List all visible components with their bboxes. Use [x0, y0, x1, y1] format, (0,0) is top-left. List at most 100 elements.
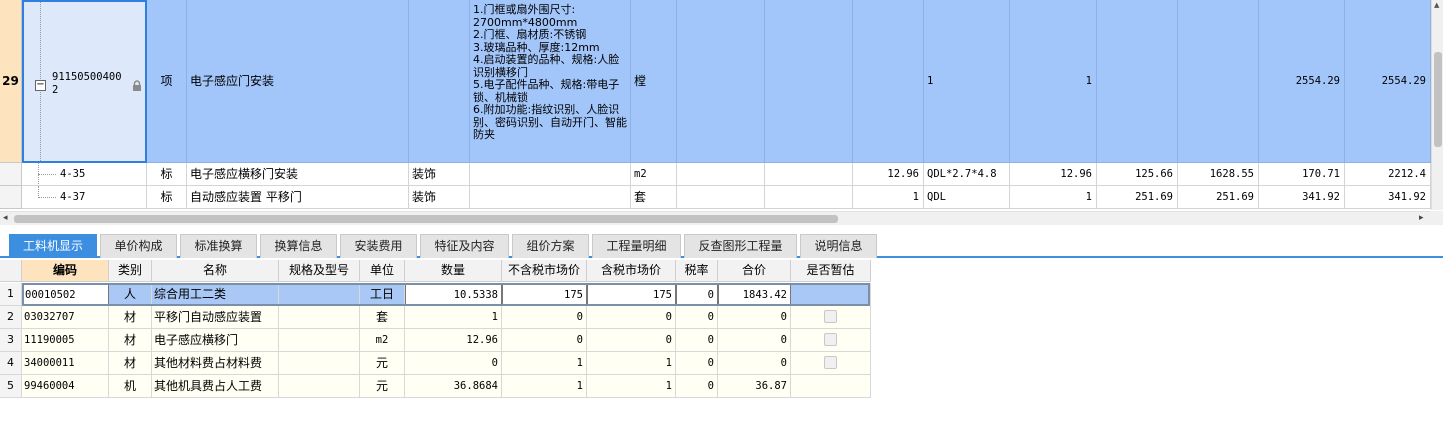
- code-cell[interactable]: 4-35: [22, 163, 147, 186]
- arrow-right-icon[interactable]: ▸: [1419, 213, 1424, 223]
- price-incl-tax-cell[interactable]: 175: [587, 283, 676, 306]
- code-cell[interactable]: 03032707: [22, 306, 109, 329]
- quantity-cell[interactable]: 1: [405, 306, 502, 329]
- quantity-cell[interactable]: 36.8684: [405, 375, 502, 398]
- column-header-price-incl-tax[interactable]: 含税市场价: [587, 260, 676, 282]
- price-incl-tax-cell[interactable]: 1: [587, 375, 676, 398]
- category-cell[interactable]: 人: [109, 283, 152, 306]
- total-cell[interactable]: 1843.42: [718, 283, 791, 306]
- price-incl-tax-cell[interactable]: 0: [587, 306, 676, 329]
- total-cell[interactable]: 0: [718, 352, 791, 375]
- column-header-tax-rate[interactable]: 税率: [676, 260, 718, 282]
- code-cell[interactable]: 4-37: [22, 186, 147, 209]
- column-header-total[interactable]: 合价: [718, 260, 791, 282]
- profession-cell[interactable]: 装饰: [409, 163, 470, 186]
- provisional-checkbox[interactable]: [824, 356, 837, 369]
- scroll-thumb[interactable]: [1434, 52, 1442, 147]
- column-header-price-excl-tax[interactable]: 不含税市场价: [502, 260, 587, 282]
- arrow-up-icon[interactable]: ▲: [1434, 1, 1439, 9]
- name-cell[interactable]: 电子感应横移门安装: [187, 163, 409, 186]
- category-cell[interactable]: 机: [109, 375, 152, 398]
- spec-cell[interactable]: [279, 329, 360, 352]
- tab-standard-conversion[interactable]: 标准换算: [180, 234, 257, 258]
- empty-cell[interactable]: [677, 163, 765, 186]
- row-number[interactable]: 1: [0, 283, 22, 306]
- provisional-checkbox[interactable]: [824, 310, 837, 323]
- tab-conversion-info[interactable]: 换算信息: [260, 234, 337, 258]
- total-cell[interactable]: 0: [718, 306, 791, 329]
- price-cell[interactable]: 2554.29: [1259, 0, 1345, 163]
- features-cell[interactable]: 1.门框或扇外围尺寸: 2700mm*4800mm 2.门框、扇材质:不锈钢 3…: [470, 0, 631, 163]
- unit-cell[interactable]: 元: [360, 375, 405, 398]
- unit-cell[interactable]: m2: [631, 163, 677, 186]
- column-header-quantity[interactable]: 数量: [405, 260, 502, 282]
- count-cell[interactable]: 12.96: [853, 163, 924, 186]
- horizontal-scrollbar[interactable]: ◂ ▸: [0, 211, 1431, 225]
- tab-reverse-graphic-quantity[interactable]: 反查图形工程量: [684, 234, 797, 258]
- expr-cell[interactable]: QDL*2.7*4.8: [924, 163, 1010, 186]
- quantity-cell[interactable]: 1: [1010, 0, 1097, 163]
- type-cell[interactable]: 标: [147, 186, 187, 209]
- spec-cell[interactable]: [279, 306, 360, 329]
- provisional-cell[interactable]: [791, 375, 871, 398]
- quantity-cell[interactable]: 0: [405, 352, 502, 375]
- code-cell[interactable]: 11190005: [22, 329, 109, 352]
- spec-cell[interactable]: [279, 352, 360, 375]
- unit-price-cell[interactable]: 125.66: [1097, 163, 1178, 186]
- row-number[interactable]: 2: [0, 306, 22, 329]
- provisional-checkbox[interactable]: [824, 333, 837, 346]
- tab-pricing-scheme[interactable]: 组价方案: [512, 234, 589, 258]
- name-cell[interactable]: 其他机具费占人工费: [152, 375, 279, 398]
- total-cell[interactable]: [1178, 0, 1259, 163]
- tab-description-info[interactable]: 说明信息: [800, 234, 877, 258]
- tax-rate-cell[interactable]: 0: [676, 283, 718, 306]
- tax-rate-cell[interactable]: 0: [676, 352, 718, 375]
- code-cell[interactable]: − 91150500400 2: [22, 0, 147, 163]
- empty-cell[interactable]: [677, 186, 765, 209]
- unit-cell[interactable]: 元: [360, 352, 405, 375]
- column-header-code[interactable]: 编码: [22, 260, 109, 282]
- name-cell[interactable]: 综合用工二类: [152, 283, 279, 306]
- vertical-scrollbar[interactable]: ▲: [1431, 0, 1443, 210]
- tax-rate-cell[interactable]: 0: [676, 329, 718, 352]
- total-cell[interactable]: 251.69: [1178, 186, 1259, 209]
- total-cell[interactable]: 1628.55: [1178, 163, 1259, 186]
- quantity-cell[interactable]: 10.5338: [405, 283, 502, 306]
- amount-cell[interactable]: 2212.4: [1345, 163, 1431, 186]
- price-excl-tax-cell[interactable]: 0: [502, 306, 587, 329]
- unit-cell[interactable]: 套: [631, 186, 677, 209]
- tab-unit-price-composition[interactable]: 单价构成: [100, 234, 177, 258]
- name-cell[interactable]: 其他材料费占材料费: [152, 352, 279, 375]
- row-number[interactable]: [0, 163, 22, 186]
- type-cell[interactable]: 标: [147, 163, 187, 186]
- name-cell[interactable]: 自动感应装置 平移门: [187, 186, 409, 209]
- scroll-thumb[interactable]: [14, 215, 838, 223]
- column-header-unit[interactable]: 单位: [360, 260, 405, 282]
- count-cell[interactable]: [853, 0, 924, 163]
- spec-cell[interactable]: [279, 283, 360, 306]
- expr-cell[interactable]: QDL: [924, 186, 1010, 209]
- price-excl-tax-cell[interactable]: 0: [502, 329, 587, 352]
- code-cell[interactable]: 00010502: [22, 283, 109, 306]
- unit-cell[interactable]: m2: [360, 329, 405, 352]
- unit-price-cell[interactable]: [1097, 0, 1178, 163]
- row-number[interactable]: [0, 186, 22, 209]
- amount-cell[interactable]: 2554.29: [1345, 0, 1431, 163]
- profession-cell[interactable]: [409, 0, 470, 163]
- tax-rate-cell[interactable]: 0: [676, 375, 718, 398]
- price-excl-tax-cell[interactable]: 1: [502, 352, 587, 375]
- empty-cell[interactable]: [765, 186, 853, 209]
- name-cell[interactable]: 电子感应横移门: [152, 329, 279, 352]
- amount-cell[interactable]: 341.92: [1345, 186, 1431, 209]
- tab-features-content[interactable]: 特征及内容: [420, 234, 509, 258]
- tab-quantity-details[interactable]: 工程量明细: [592, 234, 681, 258]
- column-header-provisional[interactable]: 是否暂估: [791, 260, 871, 282]
- arrow-left-icon[interactable]: ◂: [3, 213, 8, 223]
- column-header-spec[interactable]: 规格及型号: [279, 260, 360, 282]
- empty-cell[interactable]: [765, 163, 853, 186]
- row-number[interactable]: 3: [0, 329, 22, 352]
- tax-rate-cell[interactable]: 0: [676, 306, 718, 329]
- total-cell[interactable]: 36.87: [718, 375, 791, 398]
- unit-price-cell[interactable]: 251.69: [1097, 186, 1178, 209]
- spec-cell[interactable]: [279, 375, 360, 398]
